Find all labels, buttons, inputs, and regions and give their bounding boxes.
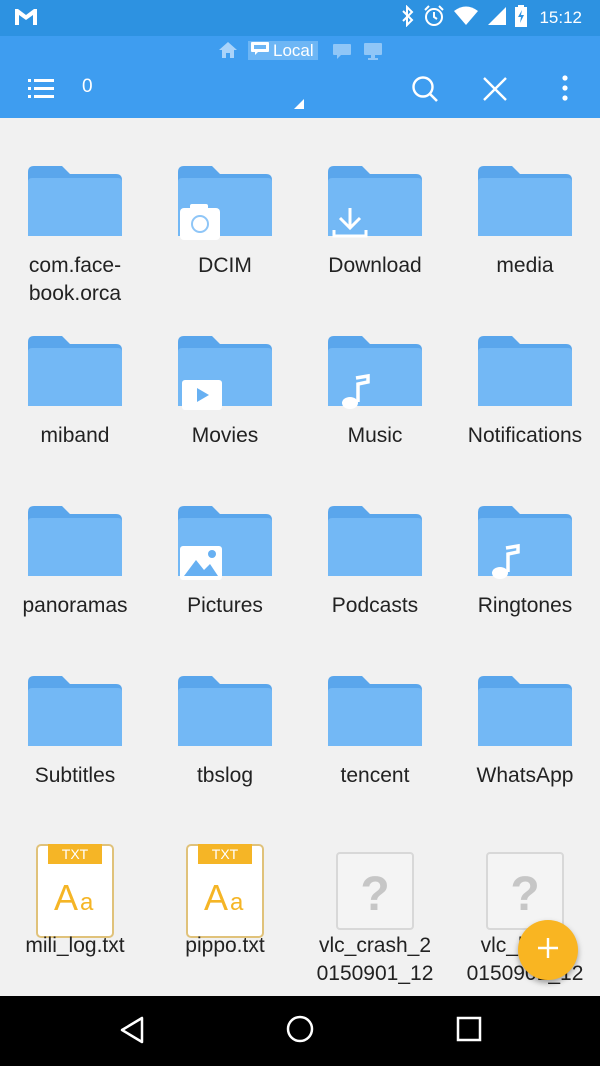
chat-icon[interactable] (333, 44, 351, 64)
svg-text:a: a (230, 889, 244, 916)
file-name-label: Podcasts (331, 594, 419, 617)
folder-item[interactable]: Subtitles (0, 628, 150, 798)
battery-charging-icon (515, 4, 528, 32)
folder-item[interactable]: miband (0, 288, 150, 458)
folder-item[interactable]: tbslog (150, 628, 300, 798)
app-bar: Local 0 (0, 36, 600, 118)
folder-item[interactable]: com.face- book.orca (0, 118, 150, 305)
folder-item[interactable]: tencent (300, 628, 450, 798)
add-button[interactable] (518, 920, 578, 980)
svg-text:?: ? (360, 868, 389, 921)
recents-icon[interactable] (456, 1016, 482, 1047)
file-grid: com.face- book.orca DCIM Download media miba… (0, 118, 600, 996)
folder-icon (328, 166, 422, 247)
folder-item[interactable]: WhatsApp (450, 628, 600, 798)
file-name-label: tbslog (196, 764, 254, 787)
folder-icon (328, 676, 422, 757)
folder-icon (478, 676, 572, 757)
folder-icon (28, 166, 122, 247)
file-name-label: WhatsApp (476, 764, 574, 787)
file-item[interactable]: TXT Aa mili_log.txt (0, 798, 150, 968)
back-icon[interactable] (118, 1015, 148, 1050)
file-name-label: DCIM (198, 254, 252, 277)
file-name-label: vlc_crash_2 0150901_12 (316, 934, 434, 985)
txt-file-icon: TXT Aa (36, 844, 114, 943)
close-icon[interactable] (482, 76, 508, 107)
file-name-label: tencent (340, 764, 410, 787)
file-name-label: Download (328, 254, 422, 277)
selection-count[interactable]: 0 (82, 76, 93, 98)
file-name-label: panoramas (22, 594, 128, 617)
folder-icon (178, 166, 272, 247)
search-icon[interactable] (411, 75, 439, 108)
folder-icon (478, 166, 572, 247)
folder-icon (178, 676, 272, 757)
file-name-label: media (496, 254, 554, 277)
clock: 15:12 (539, 8, 582, 27)
folder-item[interactable]: Music (300, 288, 450, 458)
file-name-label: Music (347, 424, 403, 447)
folder-icon (178, 506, 272, 587)
unknown-file-icon: ? (336, 852, 414, 937)
folder-icon (28, 506, 122, 587)
breadcrumb-local-label: Local (273, 41, 314, 60)
breadcrumb-local[interactable]: Local (248, 41, 318, 60)
plus-icon (536, 936, 560, 965)
home-icon[interactable] (219, 42, 237, 63)
file-item[interactable]: TXT Aa pippo.txt (150, 798, 300, 968)
svg-text:A: A (54, 877, 78, 918)
file-name-label: Movies (191, 424, 259, 447)
file-name-label: Ringtones (477, 594, 573, 617)
more-options-icon[interactable] (561, 74, 569, 107)
folder-icon (478, 336, 572, 417)
file-name-label: pippo.txt (185, 934, 265, 957)
file-name-label: Subtitles (34, 764, 116, 787)
svg-text:A: A (204, 877, 228, 918)
dropdown-corner-icon[interactable] (294, 96, 304, 114)
folder-icon (478, 506, 572, 587)
folder-item[interactable]: panoramas (0, 458, 150, 628)
alarm-icon (423, 4, 445, 32)
svg-text:TXT: TXT (212, 846, 239, 862)
local-storage-icon (250, 41, 270, 60)
folder-item[interactable]: Download (300, 118, 450, 288)
file-name-label: Pictures (187, 594, 263, 617)
folder-item[interactable]: media (450, 118, 600, 288)
svg-text:a: a (80, 889, 94, 916)
svg-text:TXT: TXT (62, 846, 89, 862)
folder-item[interactable]: Notifications (450, 288, 600, 458)
navigation-bar (0, 996, 600, 1066)
folder-item[interactable]: Movies (150, 288, 300, 458)
folder-item[interactable]: Pictures (150, 458, 300, 628)
monitor-icon[interactable] (364, 43, 382, 65)
folder-icon (28, 336, 122, 417)
gmail-icon (14, 8, 38, 31)
status-bar: 15:12 (0, 0, 600, 36)
file-name-label: Notifications (467, 424, 583, 447)
signal-icon (487, 6, 507, 31)
folder-icon (328, 336, 422, 417)
svg-text:?: ? (510, 868, 539, 921)
folder-icon (28, 676, 122, 757)
folder-icon (328, 506, 422, 587)
file-name-label: miband (40, 424, 110, 447)
home-nav-icon[interactable] (285, 1014, 315, 1049)
bluetooth-icon (401, 4, 415, 32)
file-item[interactable]: ? vlc_crash_2 0150901_12 (300, 798, 450, 985)
folder-icon (178, 336, 272, 417)
folder-item[interactable]: DCIM (150, 118, 300, 288)
wifi-icon (453, 6, 479, 31)
file-name-label: mili_log.txt (25, 934, 125, 957)
menu-icon[interactable] (28, 78, 54, 105)
txt-file-icon: TXT Aa (186, 844, 264, 943)
folder-item[interactable]: Podcasts (300, 458, 450, 628)
breadcrumb: Local (0, 40, 600, 62)
folder-item[interactable]: Ringtones (450, 458, 600, 628)
